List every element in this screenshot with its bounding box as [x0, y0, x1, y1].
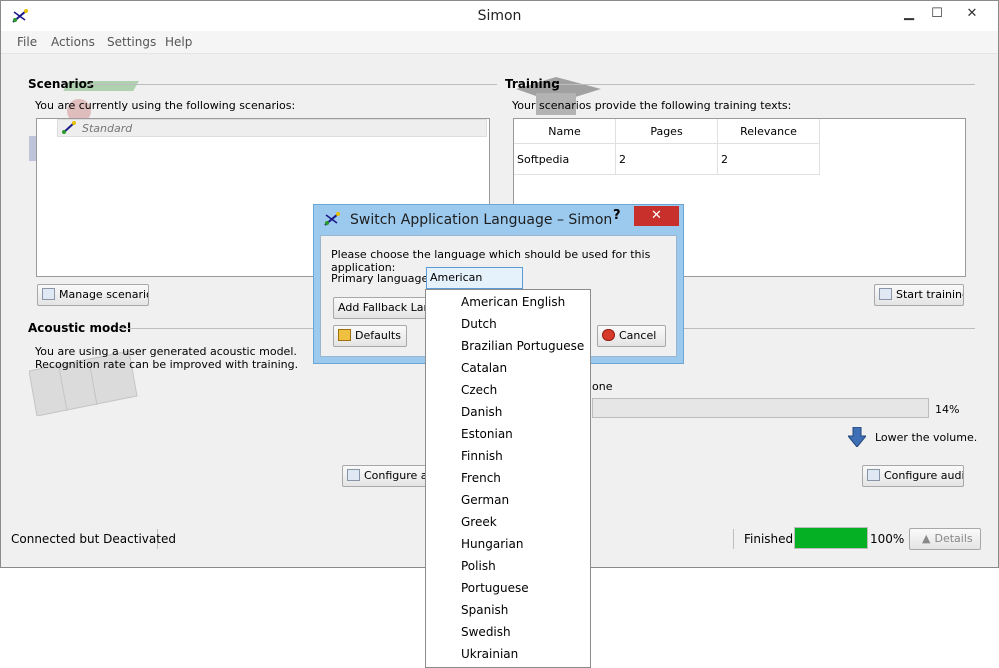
- training-description: Your scenarios provide the following tra…: [512, 99, 792, 112]
- configure-audio-button[interactable]: Configure audio: [862, 465, 964, 487]
- language-option[interactable]: German: [461, 493, 509, 507]
- list-item[interactable]: Standard: [57, 119, 487, 137]
- scenarios-heading: Scenarios: [28, 77, 94, 91]
- scenario-icon: [61, 121, 77, 135]
- close-button[interactable]: ✕: [962, 5, 982, 23]
- language-option[interactable]: Catalan: [461, 361, 507, 375]
- arrow-down-icon: [846, 426, 868, 448]
- column-pages[interactable]: Pages: [615, 119, 718, 144]
- configure-acoustic-label: Configure ac: [364, 469, 430, 482]
- language-option[interactable]: Finnish: [461, 449, 503, 463]
- scenarios-description: You are currently using the following sc…: [35, 99, 296, 112]
- dialog-help-button[interactable]: ?: [613, 208, 621, 223]
- start-training-button[interactable]: Start training: [874, 284, 964, 306]
- cancel-label: Cancel: [619, 329, 657, 342]
- primary-language-select[interactable]: American English ▼: [426, 267, 523, 304]
- acoustic-line1: You are using a user generated acoustic …: [35, 345, 297, 358]
- primary-language-label: Primary language:: [331, 272, 432, 285]
- language-option[interactable]: Ukrainian: [461, 647, 518, 661]
- volume-hint: Lower the volume.: [875, 431, 978, 444]
- language-option[interactable]: Hungarian: [461, 537, 523, 551]
- dialog-logo-icon: [323, 211, 341, 227]
- add-fallback-label: Add Fallback Langu: [338, 301, 430, 314]
- defaults-label: Defaults: [355, 329, 401, 342]
- language-option[interactable]: Portuguese: [461, 581, 529, 595]
- menu-file[interactable]: File: [17, 35, 37, 49]
- language-option[interactable]: French: [461, 471, 501, 485]
- menu-settings[interactable]: Settings: [107, 35, 156, 49]
- language-option[interactable]: Czech: [461, 383, 497, 397]
- task-progress-bar: [794, 527, 868, 549]
- undo-icon: [338, 329, 351, 341]
- menu-help[interactable]: Help: [165, 35, 192, 49]
- microphone-label: one: [592, 380, 613, 393]
- language-option[interactable]: Estonian: [461, 427, 513, 441]
- configure-acoustic-button[interactable]: Configure ac: [342, 465, 430, 487]
- volume-level: 14%: [935, 403, 960, 416]
- cell-pages: 2: [615, 143, 718, 175]
- speaker-icon: [867, 469, 880, 481]
- connection-status: Connected but Deactivated: [11, 532, 176, 546]
- language-option[interactable]: Spanish: [461, 603, 508, 617]
- language-option[interactable]: Swedish: [461, 625, 511, 639]
- dialog-close-button[interactable]: ✕: [634, 206, 679, 226]
- status-separator-2: [733, 529, 734, 549]
- window-title: Simon: [477, 8, 522, 24]
- language-option[interactable]: Greek: [461, 515, 497, 529]
- scenarios-divider: [87, 84, 497, 85]
- configure-icon: [347, 469, 360, 481]
- language-option[interactable]: Brazilian Portuguese: [461, 339, 584, 353]
- language-option[interactable]: Dutch: [461, 317, 497, 331]
- menu-actions[interactable]: Actions: [51, 35, 95, 49]
- language-option[interactable]: Danish: [461, 405, 502, 419]
- cell-name: Softpedia: [514, 143, 616, 175]
- task-progress-fill: [795, 528, 867, 548]
- acoustic-line2: Recognition rate can be improved with tr…: [35, 358, 299, 371]
- triangle-up-icon: ▲: [922, 532, 931, 545]
- dialog-title: Switch Application Language – Simon: [350, 212, 613, 228]
- title-bar: Simon ▁ ☐ ✕: [1, 1, 998, 31]
- language-option[interactable]: Polish: [461, 559, 496, 573]
- cell-relevance: 2: [717, 143, 820, 175]
- language-dropdown-list[interactable]: American English Dutch Brazilian Portugu…: [425, 289, 591, 668]
- scenario-name: Standard: [82, 122, 133, 135]
- details-label: Details: [934, 532, 973, 545]
- language-option[interactable]: American English: [461, 295, 565, 309]
- manage-scenarios-button[interactable]: Manage scenarios: [37, 284, 149, 306]
- column-relevance[interactable]: Relevance: [717, 119, 820, 144]
- minimize-button[interactable]: ▁: [899, 5, 919, 23]
- acoustic-heading: Acoustic model: [28, 321, 132, 335]
- task-status: Finished: [744, 532, 794, 546]
- cancel-icon: [602, 329, 615, 341]
- training-icon: [879, 288, 892, 300]
- table-row[interactable]: Softpedia 2 2: [514, 143, 820, 175]
- column-name[interactable]: Name: [514, 119, 616, 144]
- manage-scenarios-label: Manage scenarios: [59, 288, 149, 301]
- configure-audio-label: Configure audio: [884, 469, 964, 482]
- manage-icon: [42, 288, 55, 300]
- training-heading: Training: [505, 77, 560, 91]
- maximize-button[interactable]: ☐: [927, 5, 947, 23]
- training-divider: [555, 84, 975, 85]
- start-training-label: Start training: [896, 288, 964, 301]
- cancel-button[interactable]: Cancel: [597, 325, 666, 347]
- defaults-button[interactable]: Defaults: [333, 325, 407, 347]
- add-fallback-language-button[interactable]: Add Fallback Langu: [333, 297, 431, 319]
- details-button[interactable]: ▲ Details: [909, 528, 981, 550]
- volume-meter: [592, 398, 929, 418]
- progress-percent: 100%: [870, 532, 905, 546]
